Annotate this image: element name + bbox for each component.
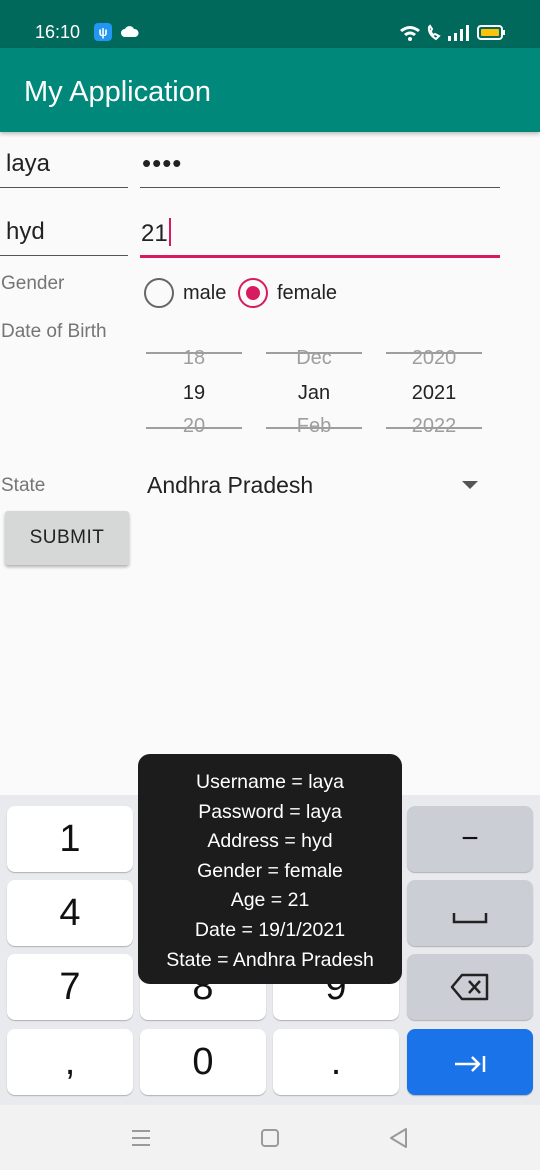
dropdown-arrow-icon: [462, 481, 478, 489]
toast-line-gender: Gender = female: [197, 859, 343, 882]
picker-day-selected: 19: [182, 382, 206, 404]
picker-divider: [266, 427, 362, 429]
status-time: 16:10: [35, 22, 81, 42]
key-1[interactable]: 1: [7, 806, 133, 872]
toast-line-date: Date = 19/1/2021: [194, 918, 346, 941]
next-tab-icon: [455, 1056, 486, 1072]
address-underline: [0, 255, 128, 256]
battery-icon: [477, 25, 505, 40]
toast-message: Username = laya Password = laya Address …: [138, 754, 402, 984]
dob-label: Date of Birth: [1, 321, 107, 342]
picker-month-prev: Dec: [296, 347, 332, 369]
app-bar: My Application: [0, 48, 540, 132]
age-value: 21: [141, 220, 168, 247]
space-icon: [452, 913, 488, 924]
key-next[interactable]: [407, 1029, 533, 1095]
picker-year[interactable]: 2020 2021 2022: [386, 345, 482, 445]
submit-button[interactable]: SUBMIT: [5, 511, 129, 565]
menu-icon[interactable]: [131, 1129, 151, 1147]
address-value: hyd: [6, 218, 45, 245]
navigation-bar: [0, 1105, 540, 1170]
toast-line-state: State = Andhra Pradesh: [166, 948, 374, 971]
state-spinner[interactable]: Andhra Pradesh: [140, 468, 500, 504]
key-4[interactable]: 4: [7, 880, 133, 946]
gender-label: Gender: [1, 273, 65, 294]
text-cursor: [168, 218, 171, 246]
age-underline: [140, 255, 500, 258]
wifi-icon: [400, 26, 420, 41]
age-value-wrap: 21: [141, 218, 171, 248]
toast-line-age: Age = 21: [230, 889, 310, 912]
radio-female-circle: [238, 278, 268, 308]
picker-year-selected: 2021: [411, 382, 457, 404]
radio-female[interactable]: female: [238, 278, 337, 308]
username-value: laya: [6, 150, 51, 177]
age-field[interactable]: 21: [140, 210, 500, 258]
key-0[interactable]: 0: [140, 1029, 266, 1095]
radio-female-label: female: [277, 281, 338, 304]
username-field[interactable]: laya: [0, 142, 128, 188]
picker-day-prev: 18: [182, 347, 206, 369]
key-space[interactable]: [407, 880, 533, 946]
username-underline: [0, 187, 128, 188]
radio-male-label: male: [183, 281, 227, 304]
picker-day[interactable]: 18 19 20: [146, 345, 242, 445]
state-label: State: [1, 475, 46, 496]
key-backspace[interactable]: [407, 954, 533, 1020]
back-icon[interactable]: [388, 1127, 408, 1149]
toast-line-password: Password = laya: [198, 800, 342, 823]
picker-year-prev: 2020: [411, 347, 457, 369]
call-icon: [427, 24, 441, 41]
home-icon[interactable]: [260, 1128, 280, 1148]
picker-divider: [146, 352, 242, 354]
picker-divider: [146, 427, 242, 429]
key-7[interactable]: 7: [7, 954, 133, 1020]
app-title: My Application: [24, 76, 211, 108]
address-field[interactable]: hyd: [0, 210, 128, 256]
picker-month-selected: Jan: [297, 382, 331, 404]
picker-divider: [386, 352, 482, 354]
signal-icon: [448, 25, 469, 41]
usb-icon: ψ: [94, 23, 112, 41]
status-bar: 16:10 ψ: [0, 0, 540, 48]
key-comma[interactable]: ,: [7, 1029, 133, 1095]
cloud-icon: [121, 26, 139, 37]
picker-month[interactable]: Dec Jan Feb: [266, 345, 362, 445]
key-minus[interactable]: −: [407, 806, 533, 872]
password-value: ••••: [142, 148, 183, 178]
status-right-icons: [400, 24, 505, 41]
toast-line-username: Username = laya: [196, 771, 344, 793]
state-value: Andhra Pradesh: [147, 472, 314, 498]
key-dot[interactable]: .: [273, 1029, 399, 1095]
radio-male-circle: [144, 278, 174, 308]
toast-line-address: Address = hyd: [207, 830, 333, 853]
backspace-icon: [450, 973, 489, 1001]
password-field[interactable]: ••••: [140, 142, 500, 188]
picker-divider: [386, 427, 482, 429]
radio-male[interactable]: male: [144, 278, 226, 308]
password-underline: [140, 187, 500, 188]
picker-divider: [266, 352, 362, 354]
